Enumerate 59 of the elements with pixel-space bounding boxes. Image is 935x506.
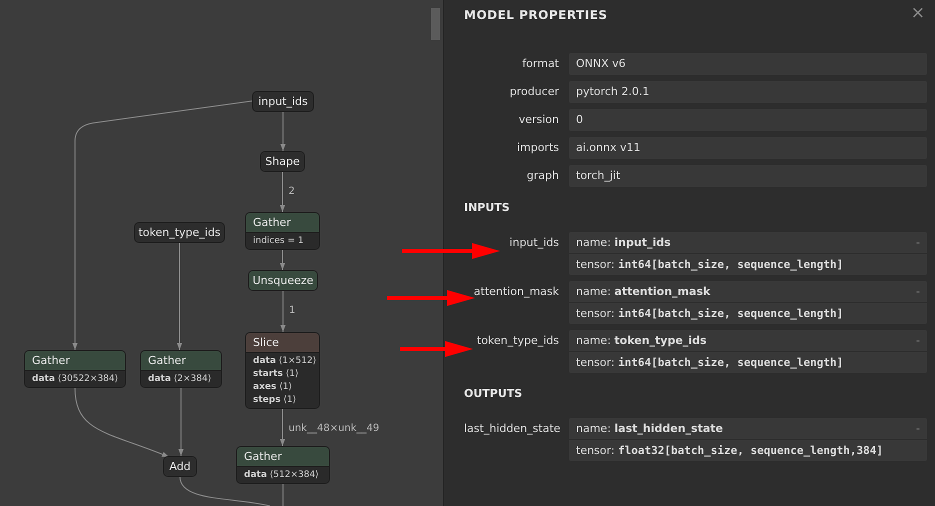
argument-type: tensor: int64[batch_size, sequence_length] xyxy=(576,307,844,320)
edge-label: 1 xyxy=(289,305,296,316)
operator-node[interactable]: Gather data ⟨2×384⟩ xyxy=(140,350,222,388)
property-label: version xyxy=(518,112,559,128)
edge-arrow xyxy=(280,290,286,332)
edge-label: 2 xyxy=(288,186,295,197)
property-label: imports xyxy=(516,140,559,156)
property-value: torch_jit xyxy=(569,165,927,187)
close-button[interactable]: × xyxy=(910,3,925,23)
node-attribute: data ⟨2×384⟩ xyxy=(148,373,212,386)
node-attribute: indices = 1 xyxy=(253,235,305,248)
argument-type: tensor: int64[batch_size, sequence_length] xyxy=(576,356,844,369)
node-title: Slice xyxy=(246,333,319,353)
edge-arrow xyxy=(280,172,286,212)
property-value: 0 xyxy=(569,109,927,131)
operator-node[interactable]: Slice data ⟨1×512⟩ starts ⟨1⟩ axes ⟨1⟩ steps ⟨1⟩ xyxy=(245,332,320,409)
operator-node[interactable]: Gather data ⟨512×384⟩ xyxy=(236,446,330,484)
section-heading: OUTPUTS xyxy=(464,387,524,400)
node-title: Gather xyxy=(237,447,329,467)
edge-arrow xyxy=(280,250,286,270)
node-attribute: data ⟨512×384⟩ xyxy=(244,469,320,482)
argument-type: tensor: float32[batch_size, sequence_length,384] xyxy=(576,444,883,457)
operator-node[interactable]: Gather indices = 1 xyxy=(245,212,320,250)
edge-line xyxy=(282,484,284,506)
property-value: pytorch 2.0.1 xyxy=(569,81,927,103)
scrollbar-thumb[interactable] xyxy=(431,8,440,40)
argument-label: input_ids xyxy=(508,235,559,251)
node-title: Gather xyxy=(246,213,319,233)
operator-node[interactable]: Add xyxy=(163,456,197,477)
node-attribute: steps ⟨1⟩ xyxy=(253,394,298,407)
input-node[interactable]: token_type_ids xyxy=(134,222,225,243)
argument-label: last_hidden_state xyxy=(464,421,559,437)
panel-title: MODEL PROPERTIES xyxy=(464,8,608,22)
argument-name: name: last_hidden_state xyxy=(576,422,723,435)
argument-name: name: token_type_ids xyxy=(576,334,706,347)
property-value: ONNX v6 xyxy=(569,53,927,75)
operator-node[interactable]: Gather data ⟨30522×384⟩ xyxy=(24,350,126,388)
property-label: format xyxy=(521,56,559,72)
edge-label: unk__48×unk__49 xyxy=(288,423,380,434)
edge-arrow xyxy=(280,112,286,152)
node-title: Gather xyxy=(25,351,125,371)
edge-arrow xyxy=(280,408,286,446)
node-attribute: starts ⟨1⟩ xyxy=(253,368,300,381)
property-label: producer xyxy=(508,84,559,100)
property-label: graph xyxy=(526,168,559,184)
section-heading: INPUTS xyxy=(464,201,511,214)
node-attribute: axes ⟨1⟩ xyxy=(253,381,293,394)
argument-type: tensor: int64[batch_size, sequence_length] xyxy=(576,258,844,271)
input-node[interactable]: input_ids xyxy=(252,91,314,112)
argument-label: attention_mask xyxy=(472,284,559,300)
argument-name: name: input_ids xyxy=(576,236,671,249)
operator-node[interactable]: Unsqueeze xyxy=(248,270,318,291)
property-value: ai.onnx v11 xyxy=(569,137,927,159)
operator-node[interactable]: Shape xyxy=(260,151,305,172)
node-title: Gather xyxy=(141,351,221,371)
node-attribute: data ⟨30522×384⟩ xyxy=(32,373,118,386)
argument-label: token_type_ids xyxy=(476,333,559,349)
edge-arrow xyxy=(178,388,184,456)
argument-name: name: attention_mask xyxy=(576,285,710,298)
